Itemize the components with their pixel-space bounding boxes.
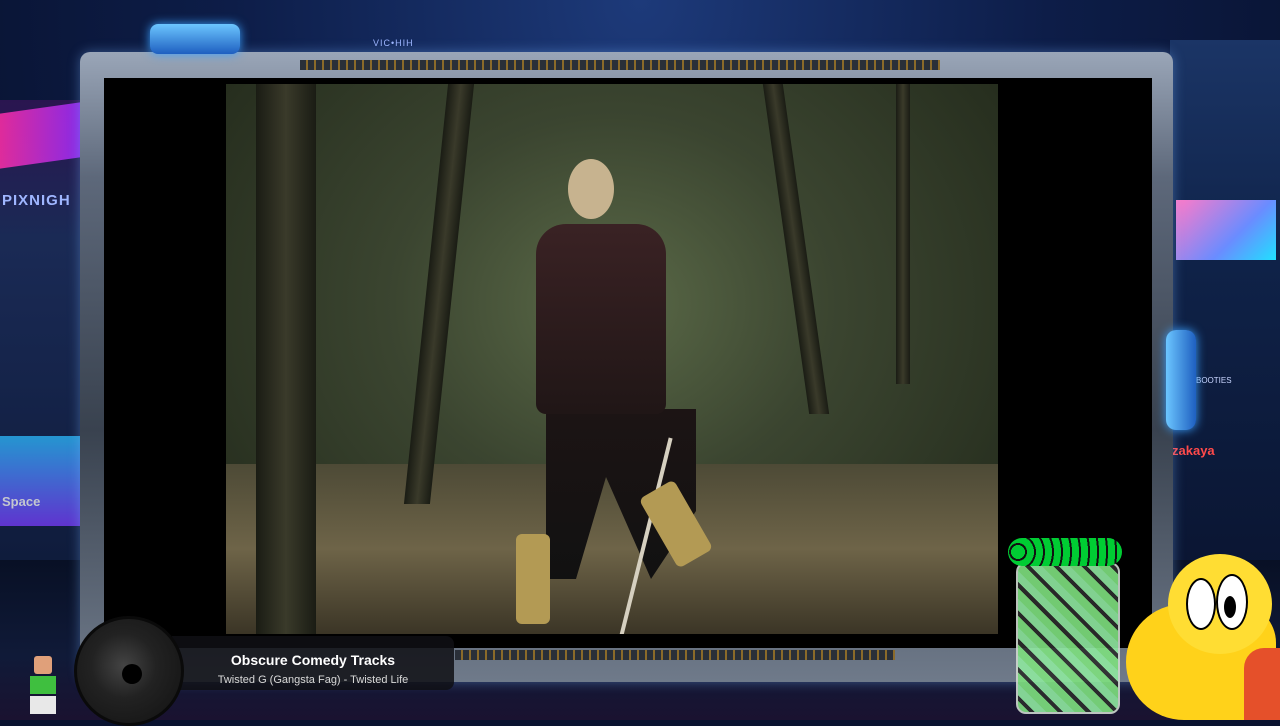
- koopa-eye: [1186, 578, 1216, 630]
- video-player[interactable]: [226, 84, 998, 634]
- koopa-pupil: [1224, 596, 1236, 618]
- right-small-sign: BOOTIES: [1196, 376, 1232, 385]
- koopa-shell: [1244, 648, 1280, 720]
- sprite-legs: [30, 696, 56, 714]
- jar-body: [1016, 562, 1120, 714]
- yellow-boot: [516, 534, 550, 624]
- left-neon-sign-text: PIXNIGH: [2, 192, 71, 209]
- tree-trunk: [256, 84, 316, 634]
- bean-jar-graphic: [1008, 538, 1122, 716]
- sprite-head: [34, 656, 52, 674]
- left-neon-box: Space: [0, 436, 80, 526]
- frame-glow-side: [1166, 330, 1196, 430]
- pixel-character-sprite: [26, 656, 60, 716]
- frame-top-stripe: [300, 60, 940, 70]
- jar-lid: [1008, 538, 1122, 566]
- disc-center: [122, 664, 142, 684]
- now-playing-widget: Obscure Comedy Tracks Twisted G (Gangsta…: [70, 614, 456, 726]
- now-playing-panel: Obscure Comedy Tracks Twisted G (Gangsta…: [172, 636, 454, 690]
- performer-body: [536, 224, 666, 414]
- frame-glow-cap: [150, 24, 240, 54]
- now-playing-title: Obscure Comedy Tracks: [230, 652, 396, 668]
- left-neon-box-text: Space: [2, 494, 41, 509]
- tree-trunk: [403, 84, 475, 504]
- sprite-body: [30, 676, 56, 694]
- top-sign-text: VIC•HIH: [373, 38, 414, 48]
- now-playing-track: Twisted G (Gangsta Fag) - Twisted Life: [217, 674, 409, 686]
- tree-trunk: [896, 84, 910, 384]
- right-billboard: [1176, 200, 1276, 260]
- costumed-performer: [516, 154, 714, 634]
- frame-bottom-stripe: [455, 650, 895, 660]
- pink-neon-sign: [0, 102, 80, 169]
- tree-trunk: [762, 84, 830, 414]
- izakaya-sign: zakaya: [1172, 443, 1215, 458]
- album-art-disc: [74, 616, 184, 726]
- performer-head: [568, 159, 614, 219]
- right-building: [1170, 40, 1280, 600]
- koopa-character: [1126, 548, 1280, 720]
